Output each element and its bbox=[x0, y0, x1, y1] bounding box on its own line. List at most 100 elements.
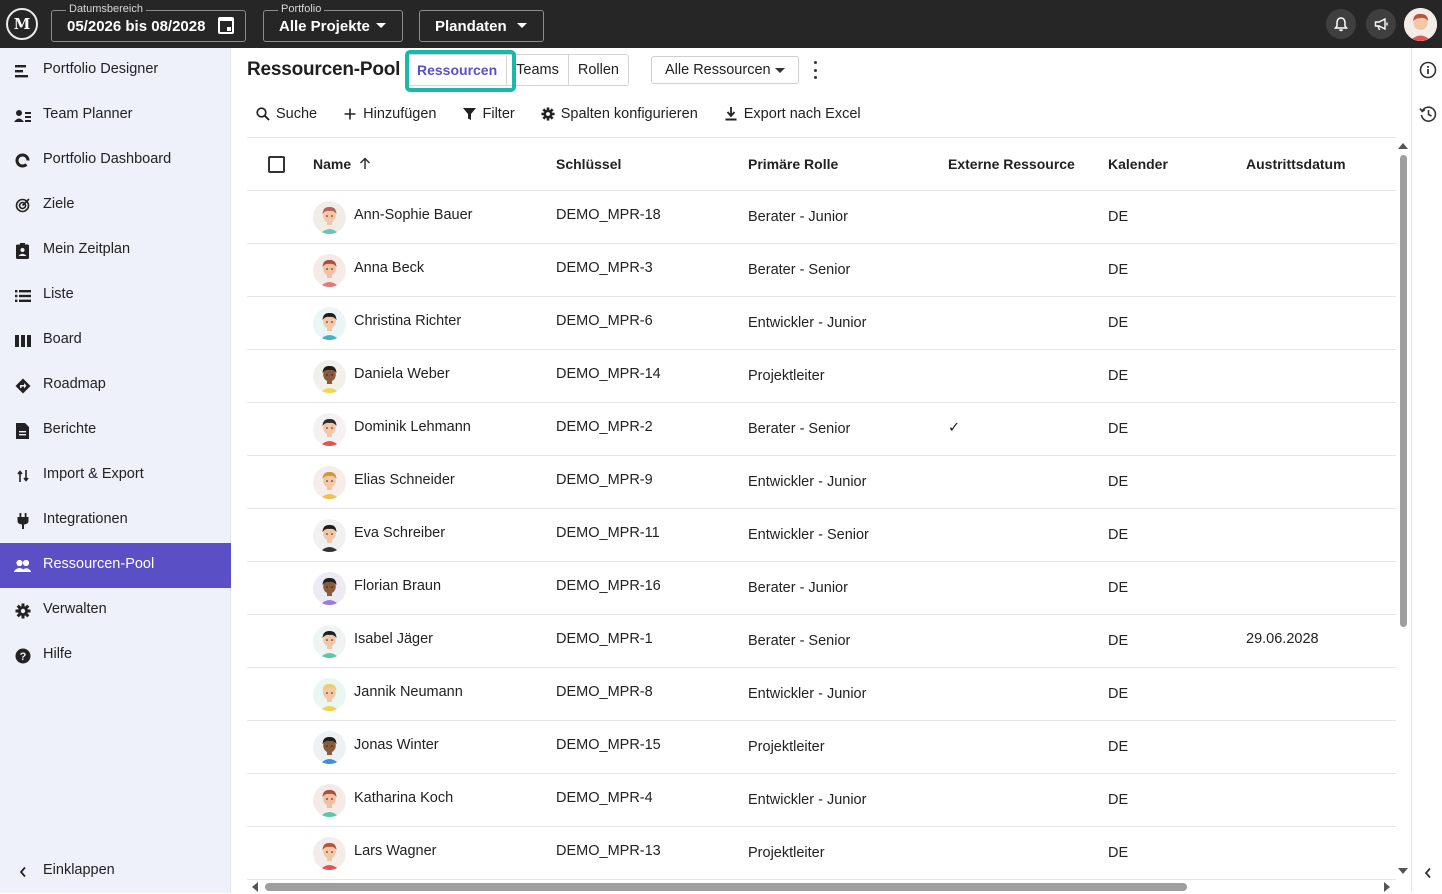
table-row[interactable]: Dominik Lehmann DEMO_MPR-2 Berater - Senio… bbox=[247, 403, 1396, 456]
announcements-button[interactable] bbox=[1366, 9, 1396, 39]
table-row[interactable]: Jonas Winter DEMO_MPR-15 Projektleiter DE bbox=[247, 721, 1396, 774]
column-header-primary-role[interactable]: Primäre Rolle bbox=[748, 156, 838, 172]
table-row[interactable]: Jannik Neumann DEMO_MPR-8 Entwickler - Jun… bbox=[247, 668, 1396, 721]
sidebar: Portfolio Designer Team Planner Portfoli… bbox=[0, 48, 231, 893]
portfolio-value: Alle Projekte bbox=[279, 17, 370, 35]
sidebar-item-resource-pool[interactable]: Ressourcen-Pool bbox=[0, 543, 231, 588]
avatar bbox=[313, 466, 346, 499]
dashboard-icon bbox=[14, 152, 31, 169]
history-button[interactable] bbox=[1418, 104, 1438, 124]
column-header-key[interactable]: Schlüssel bbox=[556, 156, 621, 172]
cell-key: DEMO_MPR-3 bbox=[556, 260, 653, 276]
cell-name: Dominik Lehmann bbox=[354, 419, 471, 435]
chevron-left-icon bbox=[1424, 867, 1431, 879]
table-row[interactable]: Eva Schreiber DEMO_MPR-11 Entwickler - Sen… bbox=[247, 509, 1396, 562]
sidebar-item-import-export[interactable]: Import & Export bbox=[0, 453, 231, 498]
tab-resources[interactable]: Ressourcen bbox=[408, 55, 508, 85]
table-row[interactable]: Christina Richter DEMO_MPR-6 Entwickler - … bbox=[247, 297, 1396, 350]
avatar bbox=[313, 572, 346, 605]
sidebar-item-list[interactable]: Liste bbox=[0, 273, 231, 318]
horizontal-scrollbar[interactable] bbox=[247, 881, 1396, 893]
select-all-checkbox[interactable] bbox=[268, 156, 285, 173]
cell-name: Jonas Winter bbox=[354, 737, 439, 753]
column-header-name[interactable]: Name bbox=[313, 156, 371, 172]
sidebar-item-manage[interactable]: Verwalten bbox=[0, 588, 231, 633]
scroll-left-arrow-icon[interactable] bbox=[252, 882, 258, 892]
table-row[interactable]: Ann-Sophie Bauer DEMO_MPR-18 Berater - Jun… bbox=[247, 191, 1396, 244]
user-avatar[interactable] bbox=[1404, 8, 1437, 41]
date-range-picker[interactable]: Datumsbereich 05/2026 bis 08/2028 bbox=[51, 2, 246, 42]
cell-calendar: DE bbox=[1108, 209, 1129, 225]
cell-primary-role: Berater - Senior bbox=[748, 633, 851, 649]
plan-data-select[interactable]: Plandaten bbox=[419, 10, 544, 42]
column-header-exit-date[interactable]: Austrittsdatum bbox=[1246, 156, 1346, 172]
table-row[interactable]: Anna Beck DEMO_MPR-3 Berater - Senior DE bbox=[247, 244, 1396, 297]
schedule-icon bbox=[14, 242, 31, 259]
resource-filter-dropdown[interactable]: Alle Ressourcen bbox=[651, 56, 799, 84]
sidebar-item-portfolio-designer[interactable]: Portfolio Designer bbox=[0, 48, 231, 93]
table-row[interactable]: Lars Wagner DEMO_MPR-13 Projektleiter DE bbox=[247, 827, 1396, 880]
export-excel-button[interactable]: Export nach Excel bbox=[724, 106, 861, 122]
sidebar-collapse-button[interactable]: Einklappen bbox=[0, 849, 231, 894]
more-options-button[interactable] bbox=[810, 61, 820, 79]
cell-calendar: DE bbox=[1108, 368, 1129, 384]
user-avatar-image bbox=[1404, 8, 1437, 41]
sidebar-item-label: Portfolio Dashboard bbox=[43, 151, 172, 167]
vertical-scrollbar[interactable] bbox=[1396, 137, 1410, 881]
sidebar-item-portfolio-dashboard[interactable]: Portfolio Dashboard bbox=[0, 138, 231, 183]
sidebar-item-goals[interactable]: Ziele bbox=[0, 183, 231, 228]
cell-primary-role: Entwickler - Junior bbox=[748, 792, 867, 808]
cell-primary-role: Entwickler - Junior bbox=[748, 474, 867, 490]
table-row[interactable]: Elias Schneider DEMO_MPR-9 Entwickler - Ju… bbox=[247, 456, 1396, 509]
table-row[interactable]: Isabel Jäger DEMO_MPR-1 Berater - Senior DE… bbox=[247, 615, 1396, 668]
sidebar-item-label: Board bbox=[43, 331, 82, 347]
sidebar-item-roadmap[interactable]: Roadmap bbox=[0, 363, 231, 408]
scroll-down-arrow-icon[interactable] bbox=[1398, 868, 1408, 874]
sidebar-item-board[interactable]: Board bbox=[0, 318, 231, 363]
table-row[interactable]: Katharina Koch DEMO_MPR-4 Entwickler - Jun… bbox=[247, 774, 1396, 827]
column-header-calendar[interactable]: Kalender bbox=[1108, 156, 1168, 172]
info-icon bbox=[1419, 61, 1437, 79]
vertical-scroll-thumb[interactable] bbox=[1400, 155, 1407, 627]
add-button[interactable]: Hinzufügen bbox=[343, 106, 436, 122]
scroll-up-arrow-icon[interactable] bbox=[1398, 143, 1408, 149]
logo-text: M bbox=[13, 15, 31, 33]
cell-external-resource: ✓ bbox=[948, 420, 961, 436]
filter-button[interactable]: Filter bbox=[462, 106, 515, 122]
configure-columns-button[interactable]: Spalten konfigurieren bbox=[541, 106, 698, 122]
avatar bbox=[313, 201, 346, 234]
info-button[interactable] bbox=[1418, 60, 1438, 80]
cell-calendar: DE bbox=[1108, 739, 1129, 755]
tab-roles[interactable]: Rollen bbox=[569, 55, 628, 85]
column-header-external-resource[interactable]: Externe Ressource bbox=[948, 156, 1075, 172]
table-row[interactable]: Florian Braun DEMO_MPR-16 Berater - Junior… bbox=[247, 562, 1396, 615]
sidebar-item-integrations[interactable]: Integrationen bbox=[0, 498, 231, 543]
chevron-left-icon bbox=[14, 863, 31, 880]
app-logo[interactable]: M bbox=[6, 8, 38, 40]
sidebar-item-help[interactable]: ? Hilfe bbox=[0, 633, 231, 678]
sidebar-item-my-schedule[interactable]: Mein Zeitplan bbox=[0, 228, 231, 273]
history-icon bbox=[1419, 106, 1437, 122]
help-icon: ? bbox=[14, 647, 31, 664]
sidebar-item-label: Import & Export bbox=[43, 466, 144, 482]
sidebar-item-reports[interactable]: Berichte bbox=[0, 408, 231, 453]
sidebar-item-label: Roadmap bbox=[43, 376, 106, 392]
search-button[interactable]: Suche bbox=[256, 106, 317, 122]
cell-calendar: DE bbox=[1108, 474, 1129, 490]
sidebar-item-label: Verwalten bbox=[43, 601, 107, 617]
tab-teams[interactable]: Teams bbox=[507, 55, 569, 85]
rail-collapse-button[interactable] bbox=[1418, 863, 1438, 883]
sidebar-item-label: Team Planner bbox=[43, 106, 133, 122]
avatar bbox=[313, 784, 346, 817]
download-icon bbox=[724, 107, 738, 121]
portfolio-select[interactable]: Portfolio Alle Projekte bbox=[263, 2, 403, 42]
horizontal-scroll-thumb[interactable] bbox=[265, 883, 1187, 891]
notifications-button[interactable] bbox=[1326, 9, 1356, 39]
cell-key: DEMO_MPR-13 bbox=[556, 843, 661, 859]
scroll-right-arrow-icon[interactable] bbox=[1384, 882, 1390, 892]
plug-icon bbox=[14, 512, 31, 529]
board-icon bbox=[14, 332, 31, 349]
cell-exit-date: 29.06.2028 bbox=[1246, 631, 1319, 647]
sidebar-item-team-planner[interactable]: Team Planner bbox=[0, 93, 231, 138]
table-row[interactable]: Daniela Weber DEMO_MPR-14 Projektleiter DE bbox=[247, 350, 1396, 403]
